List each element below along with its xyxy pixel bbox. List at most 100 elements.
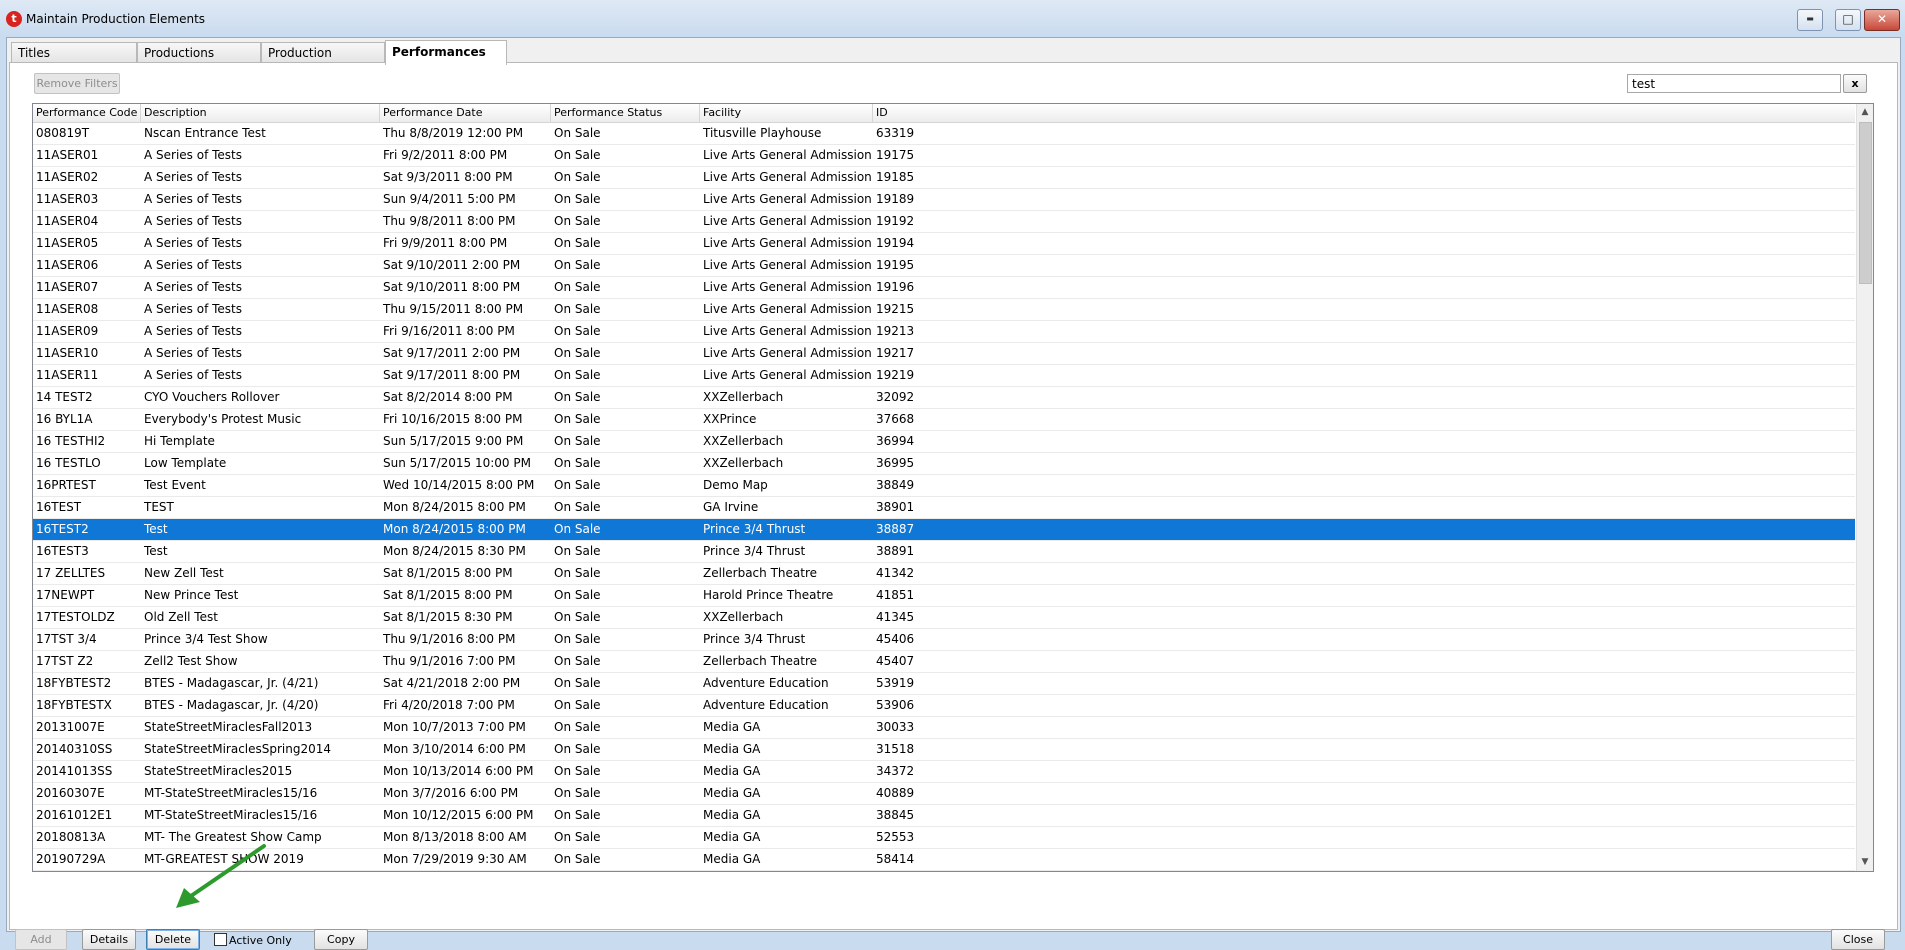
table-row[interactable]: 20160307E MT-StateStreetMiracles15/16 Mon … [33, 783, 1855, 805]
app-icon: t [6, 11, 22, 27]
table-row[interactable]: 11ASER03 A Series of Tests Sun 9/4/2011 5:… [33, 189, 1855, 211]
close-button[interactable]: Close [1831, 929, 1885, 950]
maximize-button[interactable]: □ [1835, 9, 1861, 31]
table-row[interactable]: 16 TESTHI2 Hi Template Sun 5/17/2015 9:00 … [33, 431, 1855, 453]
column-header-description[interactable]: Description [141, 104, 380, 122]
table-row[interactable]: 11ASER04 A Series of Tests Thu 9/8/2011 8:… [33, 211, 1855, 233]
delete-button[interactable]: Delete [146, 929, 200, 950]
cell-performance-date: Mon 10/12/2015 6:00 PM [383, 808, 534, 822]
column-header-performance-date[interactable]: Performance Date [380, 104, 551, 122]
column-header-performance-status[interactable]: Performance Status [551, 104, 700, 122]
table-row[interactable]: 17TESTOLDZ Old Zell Test Sat 8/1/2015 8:30… [33, 607, 1855, 629]
column-header-performance-code[interactable]: Performance Code [33, 104, 141, 122]
cell-performance-date: Thu 9/15/2011 8:00 PM [383, 302, 524, 316]
cell-performance-date: Fri 4/20/2018 7:00 PM [383, 698, 515, 712]
column-header-facility[interactable]: Facility [700, 104, 873, 122]
table-row[interactable]: 20140310SS StateStreetMiraclesSpring2014 M… [33, 739, 1855, 761]
cell-facility: XXZellerbach [703, 456, 784, 470]
table-row[interactable]: 11ASER11 A Series of Tests Sat 9/17/2011 8… [33, 365, 1855, 387]
table-row[interactable]: 17 ZELLTES New Zell Test Sat 8/1/2015 8:00… [33, 563, 1855, 585]
table-row[interactable]: 080819T Nscan Entrance Test Thu 8/8/2019 1… [33, 123, 1855, 145]
cell-facility: Prince 3/4 Thrust [703, 632, 806, 646]
cell-performance-code: 17TST 3/4 [36, 632, 97, 646]
window-title: Maintain Production Elements [26, 12, 206, 26]
minimize-button[interactable]: ▬ [1797, 9, 1823, 31]
performances-grid: Performance Code Description Performance… [32, 103, 1874, 872]
cell-performance-status: On Sale [554, 764, 601, 778]
table-row[interactable]: 18FYBTEST2 BTES - Madagascar, Jr. (4/21) S… [33, 673, 1855, 695]
scroll-down-icon[interactable]: ▼ [1857, 854, 1873, 870]
cell-id: 19185 [876, 170, 915, 184]
cell-performance-status: On Sale [554, 412, 601, 426]
remove-filters-button[interactable]: Remove Filters [34, 73, 120, 94]
cell-performance-date: Thu 8/8/2019 12:00 PM [383, 126, 524, 140]
add-button[interactable]: Add [15, 929, 67, 950]
tab-performances[interactable]: Performances [385, 40, 507, 65]
cell-performance-status: On Sale [554, 126, 601, 140]
table-row[interactable]: 11ASER07 A Series of Tests Sat 9/10/2011 8… [33, 277, 1855, 299]
table-row[interactable]: 17NEWPT New Prince Test Sat 8/1/2015 8:00 … [33, 585, 1855, 607]
cell-performance-code: 17 ZELLTES [36, 566, 106, 580]
table-row[interactable]: 16TEST3 Test Mon 8/24/2015 8:30 PM On Sale P… [33, 541, 1855, 563]
cell-description: A Series of Tests [144, 346, 243, 360]
cell-facility: Media GA [703, 742, 761, 756]
window-content: Titles Productions Production Seasons Pe… [6, 37, 1901, 950]
clear-search-button[interactable]: x [1843, 74, 1867, 93]
details-button[interactable]: Details [82, 929, 136, 950]
table-row[interactable]: 11ASER02 A Series of Tests Sat 9/3/2011 8:… [33, 167, 1855, 189]
scroll-thumb[interactable] [1859, 122, 1872, 284]
table-row[interactable]: 18FYBTESTX BTES - Madagascar, Jr. (4/20) F… [33, 695, 1855, 717]
cell-id: 31518 [876, 742, 915, 756]
active-only-checkbox[interactable]: Active Only [214, 933, 292, 947]
cell-id: 38845 [876, 808, 915, 822]
cell-performance-code: 080819T [36, 126, 90, 140]
scroll-up-icon[interactable]: ▲ [1857, 104, 1873, 120]
cell-description: Hi Template [144, 434, 215, 448]
table-row[interactable]: 11ASER05 A Series of Tests Fri 9/9/2011 8:… [33, 233, 1855, 255]
table-row[interactable]: 16TEST2 Test Mon 8/24/2015 8:00 PM On Sale P… [33, 519, 1855, 541]
vertical-scrollbar[interactable]: ▲ ▼ [1856, 104, 1873, 871]
table-row[interactable]: 20190729A MT-GREATEST SHOW 2019 Mon 7/29/2… [33, 849, 1855, 871]
table-row[interactable]: 20131007E StateStreetMiraclesFall2013 Mon … [33, 717, 1855, 739]
cell-description: MT-StateStreetMiracles15/16 [144, 808, 318, 822]
table-row[interactable]: 16PRTEST Test Event Wed 10/14/2015 8:00 PM… [33, 475, 1855, 497]
search-input[interactable] [1627, 74, 1841, 93]
cell-id: 19189 [876, 192, 915, 206]
table-row[interactable]: 16 BYL1A Everybody's Protest Music Fri 10/… [33, 409, 1855, 431]
table-row[interactable]: 17TST Z2 Zell2 Test Show Thu 9/1/2016 7:00… [33, 651, 1855, 673]
table-row[interactable]: 20141013SS StateStreetMiracles2015 Mon 10/… [33, 761, 1855, 783]
table-row[interactable]: 11ASER08 A Series of Tests Thu 9/15/2011 8… [33, 299, 1855, 321]
table-row[interactable]: 11ASER09 A Series of Tests Fri 9/16/2011 8… [33, 321, 1855, 343]
cell-performance-code: 20160307E [36, 786, 105, 800]
table-row[interactable]: 11ASER10 A Series of Tests Sat 9/17/2011 2… [33, 343, 1855, 365]
copy-button[interactable]: Copy [314, 929, 368, 950]
cell-description: MT- The Greatest Show Camp [144, 830, 322, 844]
tab-titles[interactable]: Titles [11, 42, 137, 63]
cell-description: A Series of Tests [144, 280, 243, 294]
table-row[interactable]: 16 TESTLO Low Template Sun 5/17/2015 10:00… [33, 453, 1855, 475]
tab-production-seasons[interactable]: Production Seasons [261, 42, 385, 81]
cell-facility: Adventure Education [703, 698, 829, 712]
cell-description: A Series of Tests [144, 170, 243, 184]
cell-description: Test Event [144, 478, 206, 492]
column-header-id[interactable]: ID [873, 104, 1855, 122]
tab-productions[interactable]: Productions [137, 42, 261, 63]
cell-performance-status: On Sale [554, 610, 601, 624]
table-row[interactable]: 11ASER06 A Series of Tests Sat 9/10/2011 2… [33, 255, 1855, 277]
cell-performance-code: 20131007E [36, 720, 105, 734]
table-row[interactable]: 16TEST TEST Mon 8/24/2015 8:00 PM On Sale GA… [33, 497, 1855, 519]
table-row[interactable]: 20161012E1 MT-StateStreetMiracles15/16 Mon… [33, 805, 1855, 827]
window-close-button[interactable]: ✕ [1864, 9, 1900, 31]
cell-facility: XXPrince [703, 412, 757, 426]
cell-facility: Live Arts General Admission [703, 214, 872, 228]
cell-facility: Live Arts General Admission [703, 258, 872, 272]
table-row[interactable]: 14 TEST2 CYO Vouchers Rollover Sat 8/2/201… [33, 387, 1855, 409]
table-row[interactable]: 11ASER01 A Series of Tests Fri 9/2/2011 8:… [33, 145, 1855, 167]
cell-description: New Zell Test [144, 566, 224, 580]
cell-performance-date: Wed 10/14/2015 8:00 PM [383, 478, 535, 492]
cell-description: Prince 3/4 Test Show [144, 632, 268, 646]
cell-facility: Titusville Playhouse [703, 126, 822, 140]
table-row[interactable]: 20180813A MT- The Greatest Show Camp Mon 8… [33, 827, 1855, 849]
cell-performance-date: Sun 5/17/2015 10:00 PM [383, 456, 531, 470]
table-row[interactable]: 17TST 3/4 Prince 3/4 Test Show Thu 9/1/201… [33, 629, 1855, 651]
